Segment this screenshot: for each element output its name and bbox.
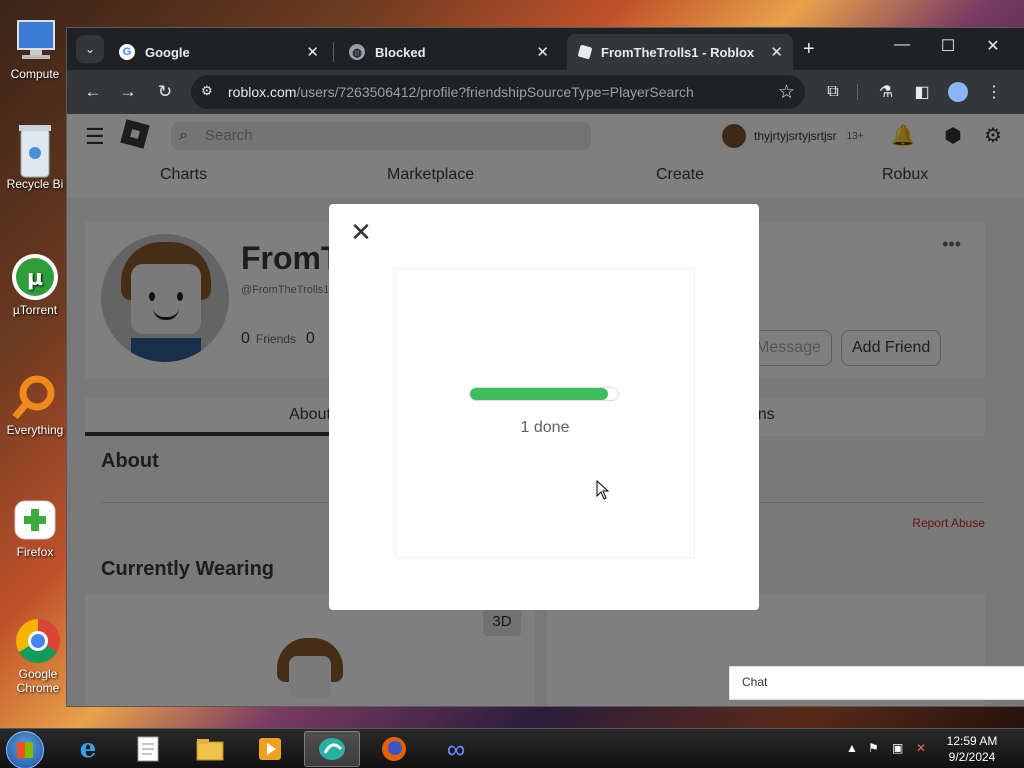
desktop-icon-recycle-bin[interactable]: Recycle Bi	[0, 125, 70, 191]
firefox-icon	[10, 496, 60, 542]
tab-title: FromTheTrolls1 - Roblox	[601, 44, 755, 60]
clock-time: 12:59 AM	[946, 734, 998, 748]
progress-bar-fill	[470, 388, 608, 400]
url-text[interactable]: roblox.com/users/7263506412/profile?frie…	[228, 84, 694, 100]
chrome-icon	[13, 618, 63, 664]
close-icon[interactable]: ✕	[347, 218, 375, 246]
mouse-cursor-icon	[596, 480, 610, 500]
chat-label: Chat	[742, 675, 768, 689]
tab-google[interactable]: G Google ✕	[107, 34, 329, 70]
computer-icon	[10, 18, 60, 64]
media-player-icon[interactable]	[242, 731, 298, 767]
desktop-icon-label: Everything	[6, 423, 64, 437]
search-app-icon	[10, 374, 60, 420]
show-hidden-icons[interactable]: ▲	[846, 741, 858, 755]
close-tab-icon[interactable]: ✕	[536, 43, 549, 61]
utorrent-icon: µ	[10, 254, 60, 300]
browser-toolbar: ← → ↻ ⚙ roblox.com/users/7263506412/prof…	[67, 70, 1024, 114]
tab-strip: ⌄ G Google ✕ ◍ Blocked ✕ FromTheTrolls1 …	[67, 28, 1024, 70]
site-info-icon[interactable]: ⚙	[201, 83, 219, 101]
system-clock[interactable]: 12:59 AM 9/2/2024	[942, 733, 1002, 765]
profile-avatar-icon[interactable]	[946, 80, 970, 104]
roblox-page: ☰ ⌕ Search thyjrtyjsrtyjsrtjsr 13+ 🔔 ⬢ ⚙…	[67, 114, 1024, 706]
svg-text:µ: µ	[27, 266, 43, 291]
desktop-icon-computer[interactable]: Compute	[0, 18, 70, 81]
desktop-icon-utorrent[interactable]: µ µTorrent	[0, 254, 70, 317]
reload-icon[interactable]: ↻	[153, 80, 177, 104]
network-icon[interactable]: ▣	[892, 741, 903, 755]
forward-arrow-icon[interactable]: →	[116, 80, 140, 104]
taskbar: e ∞ ▲ ⚑ ▣ ✕ 12:59 AM 9/2/2024	[0, 728, 1024, 768]
infinity-app-icon[interactable]: ∞	[428, 731, 484, 767]
kebab-menu-icon[interactable]: ⋮	[982, 80, 1006, 104]
roblox-icon	[577, 44, 593, 60]
desktop-icon-label: Google Chrome	[16, 667, 60, 695]
close-tab-icon[interactable]: ✕	[770, 43, 783, 61]
desktop-icon-label: Compute	[10, 67, 60, 81]
extensions-icon[interactable]: ⧉	[821, 80, 845, 104]
close-tab-icon[interactable]: ✕	[306, 43, 319, 61]
desktop-icon-chrome[interactable]: Google Chrome	[0, 618, 76, 695]
volume-muted-icon[interactable]: ✕	[916, 741, 926, 755]
address-bar[interactable]: ⚙ roblox.com/users/7263506412/profile?fr…	[191, 75, 805, 109]
globe-icon: ◍	[349, 44, 365, 60]
side-panel-icon[interactable]: ◧	[910, 80, 934, 104]
close-window-icon[interactable]: ✕	[978, 36, 1008, 56]
labs-flask-icon[interactable]: ⚗	[874, 80, 898, 104]
url-path: /users/7263506412/profile?friendshipSour…	[296, 84, 694, 100]
desktop-icon-label: Firefox	[16, 545, 54, 559]
action-center-flag-icon[interactable]: ⚑	[868, 741, 879, 755]
back-arrow-icon[interactable]: ←	[81, 80, 105, 104]
progress-bar	[469, 387, 619, 401]
desktop-icon-firefox[interactable]: Firefox	[0, 496, 70, 559]
toolbar-divider	[857, 84, 858, 100]
bookmark-star-icon[interactable]: ☆	[778, 81, 795, 104]
firefox-taskbar-icon[interactable]	[366, 731, 422, 767]
clock-date: 9/2/2024	[948, 750, 996, 764]
tab-title: Blocked	[375, 44, 426, 60]
progress-status-text: 1 done	[520, 419, 570, 436]
tab-search-button[interactable]: ⌄	[76, 35, 104, 63]
file-explorer-icon[interactable]	[182, 731, 238, 767]
url-domain: roblox.com	[228, 84, 297, 100]
minimize-icon[interactable]: —	[887, 36, 917, 54]
notepad-icon[interactable]	[120, 731, 176, 767]
internet-explorer-icon[interactable]: e	[60, 731, 116, 767]
new-tab-icon[interactable]: +	[803, 38, 815, 61]
google-icon: G	[119, 44, 135, 60]
tab-title: Google	[145, 44, 190, 60]
recycle-bin-icon	[10, 125, 60, 178]
modal-content: 1 done	[395, 268, 695, 558]
maximize-icon[interactable]: ☐	[933, 36, 963, 56]
desktop-icon-label: Recycle Bi	[6, 177, 64, 191]
active-app-icon[interactable]	[304, 731, 360, 767]
chat-bar[interactable]: Chat	[729, 666, 1024, 700]
tab-roblox-profile[interactable]: FromTheTrolls1 - Roblox ✕	[567, 34, 793, 70]
browser-window: ⌄ G Google ✕ ◍ Blocked ✕ FromTheTrolls1 …	[66, 27, 1024, 707]
start-button[interactable]	[6, 731, 44, 768]
progress-modal: ✕ 1 done	[329, 204, 759, 610]
desktop-icon-label: µTorrent	[12, 303, 58, 317]
tab-divider	[333, 42, 334, 62]
desktop-icon-everything[interactable]: Everything	[0, 374, 70, 437]
tab-blocked[interactable]: ◍ Blocked ✕	[337, 34, 559, 70]
